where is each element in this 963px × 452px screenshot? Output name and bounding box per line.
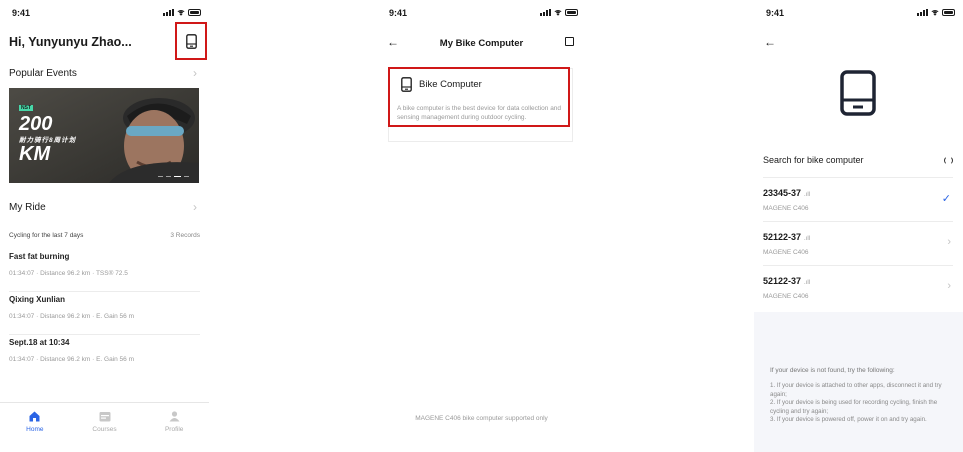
home-screen: 9:41 Hi, Yunyunyu Zhao... Popular Events… xyxy=(0,0,209,452)
cycling-summary-text: Cycling for the last 7 days xyxy=(9,232,84,239)
phone-device-icon xyxy=(185,33,197,49)
tab-label: Courses xyxy=(92,426,117,433)
device-item[interactable]: 52122-37 .ıll MAGENE C406 › xyxy=(763,221,953,265)
status-bar: 9:41 xyxy=(8,8,201,20)
search-status-row: Search for bike computer xyxy=(763,153,953,167)
troubleshooting-panel: If your device is not found, try the fol… xyxy=(754,312,963,452)
tab-label: Home xyxy=(26,426,44,433)
tab-home[interactable]: Home xyxy=(0,403,70,452)
device-model: MAGENE C406 xyxy=(763,293,809,300)
event-banner[interactable]: NST 200 耐力骑行8周计划 KM xyxy=(9,88,199,183)
back-arrow-icon[interactable]: ← xyxy=(387,35,399,49)
ride-title: Sept.18 at 10:34 xyxy=(9,338,70,347)
my-ride-title: My Ride xyxy=(9,201,46,213)
banner-unit: KM xyxy=(19,143,51,165)
signal-strength-icon: .ıll xyxy=(804,236,811,242)
ride-item[interactable]: Fast fat burning 01:34:07 · Distance 96.… xyxy=(9,252,200,292)
help-title: If your device is not found, try the fol… xyxy=(770,367,895,374)
back-arrow-icon[interactable]: ← xyxy=(764,35,776,49)
banner-text: NST 200 耐力骑行8周计划 KM xyxy=(19,96,76,164)
wifi-icon xyxy=(554,10,562,16)
device-button[interactable] xyxy=(175,22,207,60)
battery-icon xyxy=(565,9,578,16)
page-title: My Bike Computer xyxy=(439,37,524,49)
chevron-right-icon: › xyxy=(947,236,951,248)
chevron-right-icon: › xyxy=(193,200,197,214)
status-icons xyxy=(163,9,201,16)
device-search-screen: 9:41 ← Search for bike computer 23345-37… xyxy=(754,0,963,452)
device-item[interactable]: 52122-37 .ıll MAGENE C406 › xyxy=(763,265,953,309)
banner-distance: 200 xyxy=(19,113,53,135)
ride-item[interactable]: Sept.18 at 10:34 01:34:07 · Distance 96.… xyxy=(9,338,200,378)
signal-icon xyxy=(917,9,928,16)
help-line: 3. If your device is powered off, power … xyxy=(770,416,927,423)
status-icons xyxy=(917,9,955,16)
status-time: 9:41 xyxy=(12,8,31,18)
ride-detail: 01:34:07 · Distance 96.2 km · E. Gain 56… xyxy=(9,313,135,320)
loading-spinner-icon xyxy=(944,155,953,165)
status-time: 9:41 xyxy=(766,8,785,18)
battery-icon xyxy=(188,9,201,16)
message-icon[interactable] xyxy=(565,37,574,46)
home-icon xyxy=(29,411,40,422)
device-model: MAGENE C406 xyxy=(763,205,809,212)
signal-strength-icon: .ıll xyxy=(804,192,811,198)
status-time: 9:41 xyxy=(389,8,408,18)
bike-computer-icon xyxy=(840,70,876,116)
status-icons xyxy=(540,9,578,16)
help-line: 1. If your device is attached to other a… xyxy=(770,382,942,398)
search-label: Search for bike computer xyxy=(763,155,864,165)
tab-bar: Home Courses Profile xyxy=(0,402,209,452)
tab-label: Profile xyxy=(164,426,184,433)
banner-tag: NST xyxy=(19,105,33,111)
chevron-right-icon: › xyxy=(193,66,197,80)
bike-computer-screen: 9:41 ← My Bike Computer Bike Computer A … xyxy=(377,0,586,452)
signal-strength-icon: .ıll xyxy=(804,280,811,286)
help-line: 2. If your device is being used for reco… xyxy=(770,399,938,415)
ride-title: Qixing Xunlian xyxy=(9,295,66,304)
device-id: 23345-37 xyxy=(763,188,802,198)
banner-pager xyxy=(158,175,189,177)
popular-events-title: Popular Events xyxy=(9,67,77,79)
signal-icon xyxy=(163,9,174,16)
wifi-icon xyxy=(177,10,185,16)
tab-courses[interactable]: Courses xyxy=(70,403,140,452)
highlight-box xyxy=(388,67,570,127)
device-id: 52122-37 xyxy=(763,232,802,242)
status-bar: 9:41 xyxy=(762,8,955,20)
ride-detail: 01:34:07 · Distance 96.2 km · TSS® 72.5 xyxy=(9,270,128,277)
ride-summary: Cycling for the last 7 days 3 Records xyxy=(9,232,200,239)
wifi-icon xyxy=(931,10,939,16)
supported-note: MAGENE C406 bike computer supported only xyxy=(415,415,548,422)
check-icon: ✓ xyxy=(941,193,951,205)
status-bar: 9:41 xyxy=(385,8,578,20)
signal-icon xyxy=(540,9,551,16)
my-ride-header[interactable]: My Ride › xyxy=(9,199,197,215)
device-id: 52122-37 xyxy=(763,276,802,286)
device-model: MAGENE C406 xyxy=(763,249,809,256)
profile-icon xyxy=(169,411,180,422)
nav-bar: ← My Bike Computer xyxy=(387,35,576,51)
ride-item[interactable]: Qixing Xunlian 01:34:07 · Distance 96.2 … xyxy=(9,295,200,335)
ride-detail: 01:34:07 · Distance 96.2 km · E. Gain 56… xyxy=(9,356,135,363)
ride-title: Fast fat burning xyxy=(9,252,70,261)
greeting-text: Hi, Yunyunyu Zhao... xyxy=(9,35,132,49)
popular-events-header[interactable]: Popular Events › xyxy=(9,65,197,81)
tab-profile[interactable]: Profile xyxy=(139,403,209,452)
chevron-right-icon: › xyxy=(947,280,951,292)
calendar-icon xyxy=(99,412,110,422)
records-count[interactable]: 3 Records xyxy=(170,232,200,239)
device-item[interactable]: 23345-37 .ıll MAGENE C406 ✓ xyxy=(763,177,953,221)
battery-icon xyxy=(942,9,955,16)
